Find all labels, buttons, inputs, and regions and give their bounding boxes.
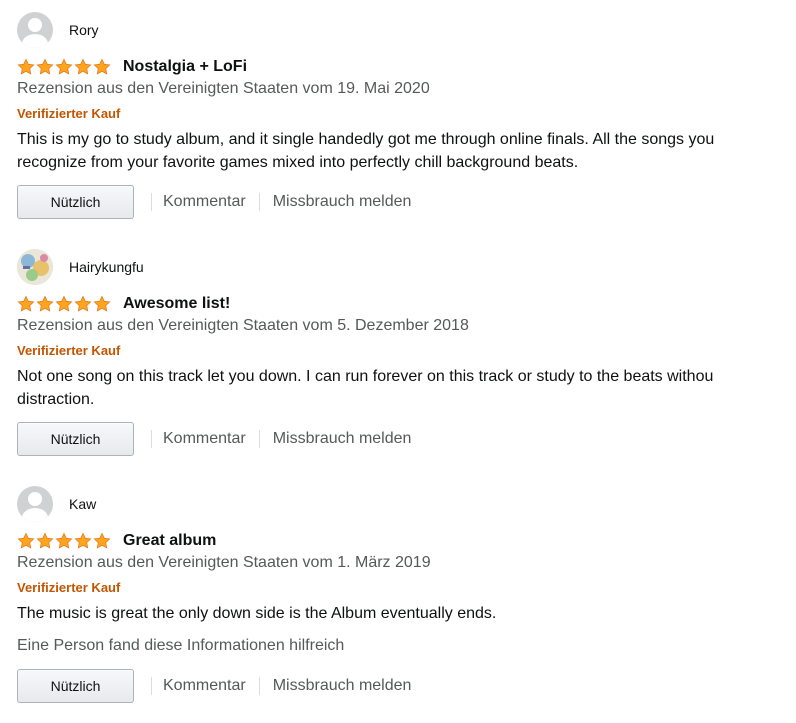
divider	[151, 430, 152, 448]
helpful-button[interactable]: Nützlich	[17, 422, 134, 456]
review-title[interactable]: Nostalgia + LoFi	[123, 58, 247, 76]
divider	[258, 677, 260, 695]
helpful-button[interactable]: Nützlich	[17, 185, 134, 219]
divider	[151, 193, 152, 211]
helpful-count-text: Eine Person fand diese Informationen hil…	[17, 637, 345, 654]
report-abuse-link[interactable]: Missbrauch melden	[273, 677, 412, 695]
reviewer-profile[interactable]: Rory	[17, 12, 99, 48]
divider	[151, 677, 152, 695]
star-rating[interactable]	[17, 295, 111, 313]
star-icon	[36, 295, 54, 312]
review-3: Kaw Great album Rezension aus den Verein…	[17, 486, 787, 712]
comment-link[interactable]: Kommentar	[163, 193, 246, 211]
star-icon	[74, 532, 92, 549]
star-icon	[17, 532, 35, 549]
review-1: Rory Nostalgia + LoFi Rezension aus den …	[17, 12, 787, 224]
review-body: This is my go to study album, and it sin…	[17, 131, 715, 171]
star-rating[interactable]	[17, 58, 111, 76]
helpful-button[interactable]: Nützlich	[17, 669, 134, 703]
reviewer-name: Kaw	[69, 496, 97, 512]
review-2: Hairykungfu Awesome list! Rezension aus …	[17, 249, 787, 461]
star-icon	[55, 295, 73, 312]
default-avatar-icon	[17, 486, 53, 522]
star-icon	[17, 58, 35, 75]
reviewer-name: Rory	[69, 22, 99, 38]
star-rating[interactable]	[17, 532, 111, 550]
custom-avatar-icon	[17, 249, 53, 285]
reviewer-profile[interactable]: Hairykungfu	[17, 249, 144, 285]
review-meta: Rezension aus den Vereinigten Staaten vo…	[17, 554, 431, 571]
star-icon	[55, 58, 73, 75]
report-abuse-link[interactable]: Missbrauch melden	[273, 193, 412, 211]
review-body: The music is great the only down side is…	[17, 605, 497, 622]
divider	[258, 430, 260, 448]
review-title[interactable]: Great album	[123, 532, 216, 550]
star-icon	[74, 58, 92, 75]
comment-link[interactable]: Kommentar	[163, 677, 246, 695]
star-icon	[74, 295, 92, 312]
reviewer-name: Hairykungfu	[69, 259, 144, 275]
reviewer-profile[interactable]: Kaw	[17, 486, 96, 522]
star-icon	[93, 58, 111, 75]
star-icon	[93, 295, 111, 312]
report-abuse-link[interactable]: Missbrauch melden	[273, 430, 412, 448]
star-icon	[36, 532, 54, 549]
review-title[interactable]: Awesome list!	[123, 295, 230, 313]
verified-badge[interactable]: Verifizierter Kauf	[17, 580, 120, 595]
star-icon	[36, 58, 54, 75]
review-meta: Rezension aus den Vereinigten Staaten vo…	[17, 317, 469, 334]
review-body: Not one song on this track let you down.…	[17, 368, 714, 408]
review-meta: Rezension aus den Vereinigten Staaten vo…	[17, 80, 430, 97]
divider	[258, 193, 260, 211]
star-icon	[17, 295, 35, 312]
default-avatar-icon	[17, 12, 53, 48]
verified-badge[interactable]: Verifizierter Kauf	[17, 343, 120, 358]
star-icon	[55, 532, 73, 549]
comment-link[interactable]: Kommentar	[163, 430, 246, 448]
verified-badge[interactable]: Verifizierter Kauf	[17, 106, 120, 121]
star-icon	[93, 532, 111, 549]
